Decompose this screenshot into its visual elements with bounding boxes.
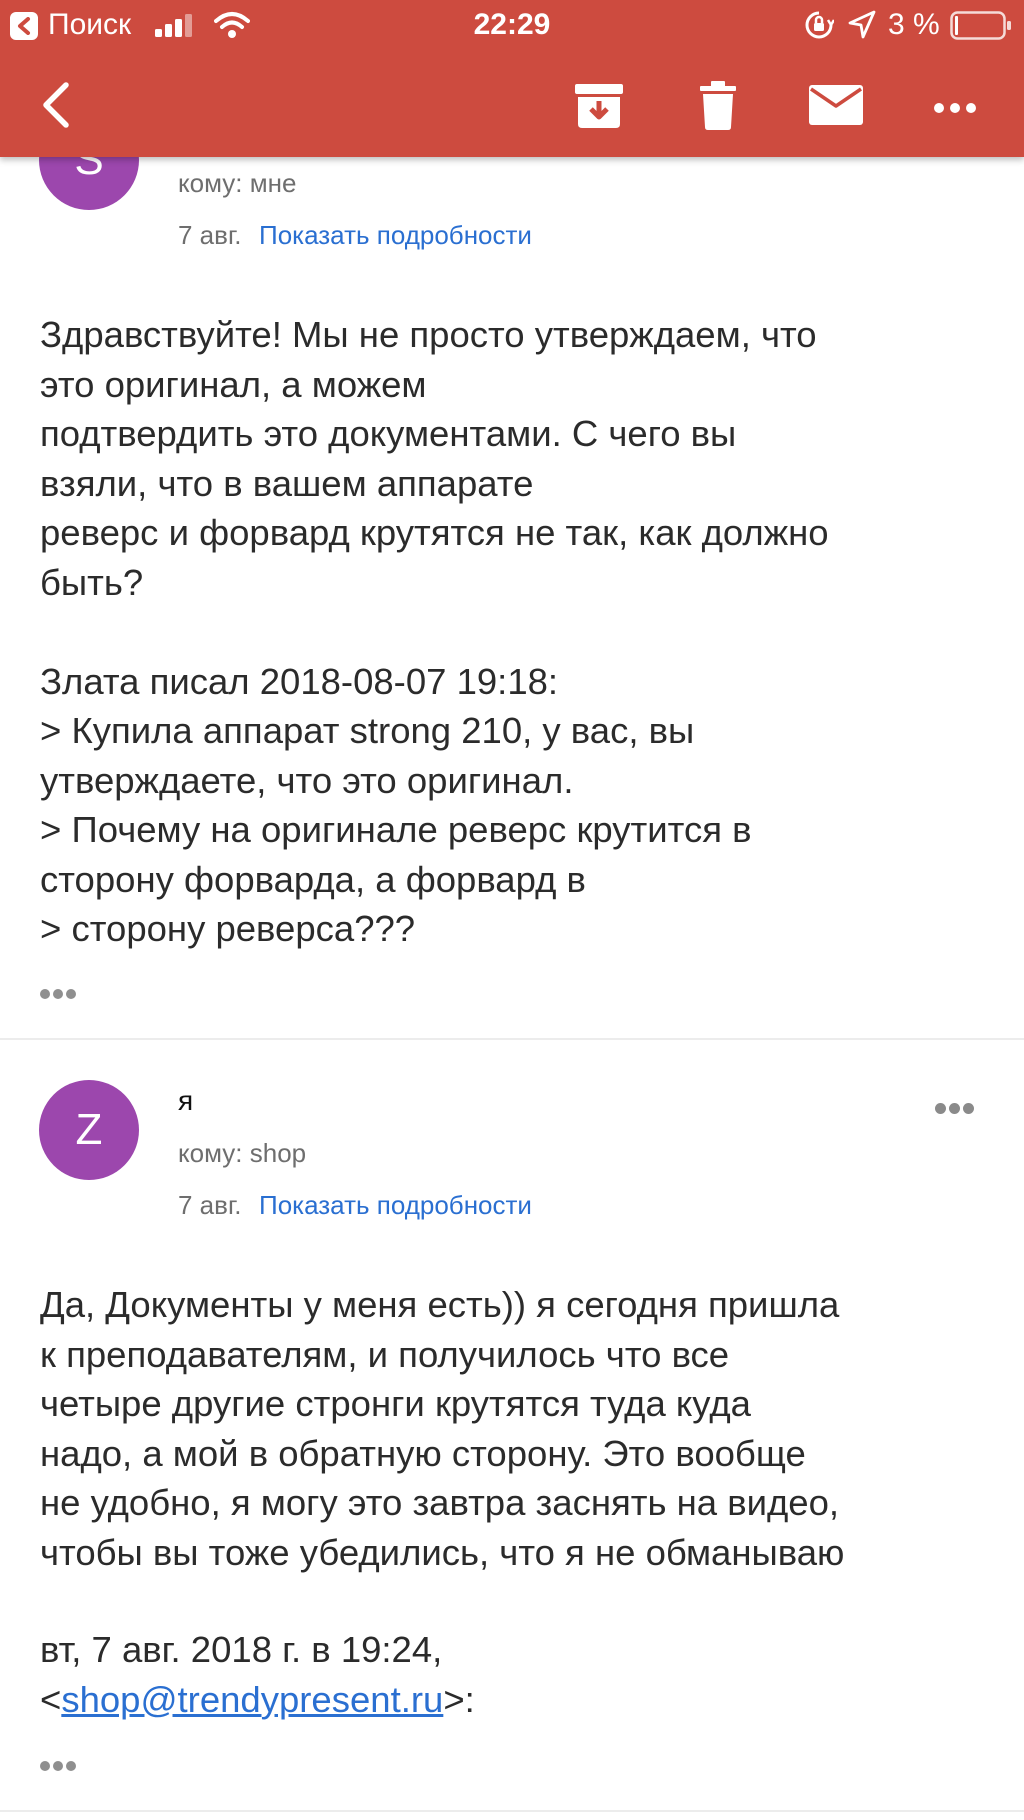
- message-date: 7 авг.: [178, 1190, 242, 1220]
- quote-open-bracket: <: [40, 1678, 62, 1720]
- more-options-button[interactable]: [922, 72, 988, 138]
- message-more-button[interactable]: [935, 1100, 985, 1124]
- message-divider: [0, 1038, 1024, 1040]
- more-horizontal-icon: [934, 103, 976, 113]
- archive-button[interactable]: [566, 72, 632, 138]
- mark-unread-button[interactable]: [803, 72, 869, 138]
- trash-icon: [700, 81, 736, 130]
- show-details-link[interactable]: Показать подробности: [259, 220, 532, 251]
- recipient-line: кому: shop: [178, 1138, 307, 1168]
- show-trimmed-content-button[interactable]: [40, 1757, 90, 1777]
- quote-date-line: вт, 7 авг. 2018 г. в 19:24,: [40, 1629, 443, 1670]
- message-date: 7 авг.: [178, 220, 242, 250]
- battery-percent: 3 %: [888, 8, 940, 41]
- quote-email-line: <shop@trendypresent.ru>:: [40, 1675, 1000, 1725]
- quote-close-bracket: >:: [443, 1678, 475, 1720]
- show-trimmed-content-button[interactable]: [40, 985, 90, 1005]
- archive-icon: [575, 84, 623, 128]
- chevron-left-icon: [43, 82, 69, 128]
- delete-button[interactable]: [685, 72, 751, 138]
- app-header: Поиск 22:29 3 %: [0, 0, 1024, 157]
- message-toolbar: [0, 52, 1024, 157]
- orientation-lock-icon: [805, 11, 834, 39]
- sender-email-link[interactable]: shop@trendypresent.ru: [61, 1679, 443, 1720]
- status-bar: Поиск 22:29 3 %: [0, 0, 1024, 52]
- recipient-line: кому: мне: [178, 168, 297, 198]
- sender-avatar[interactable]: Z: [39, 1080, 139, 1180]
- show-details-link[interactable]: Показать подробности: [259, 1190, 532, 1221]
- message-divider: [0, 1810, 1024, 1812]
- message-body: Да, Документы у меня есть)) я сегодня пр…: [40, 1284, 845, 1573]
- sender-name: я: [178, 1085, 194, 1116]
- envelope-icon: [809, 85, 863, 125]
- message-body: Здравствуйте! Мы не просто утверждаем, ч…: [40, 314, 829, 949]
- back-button[interactable]: [28, 72, 94, 138]
- quoted-header: вт, 7 авг. 2018 г. в 19:24, <shop@trendy…: [40, 1625, 1000, 1724]
- location-arrow-icon: [848, 10, 876, 39]
- battery-icon: [950, 11, 1011, 40]
